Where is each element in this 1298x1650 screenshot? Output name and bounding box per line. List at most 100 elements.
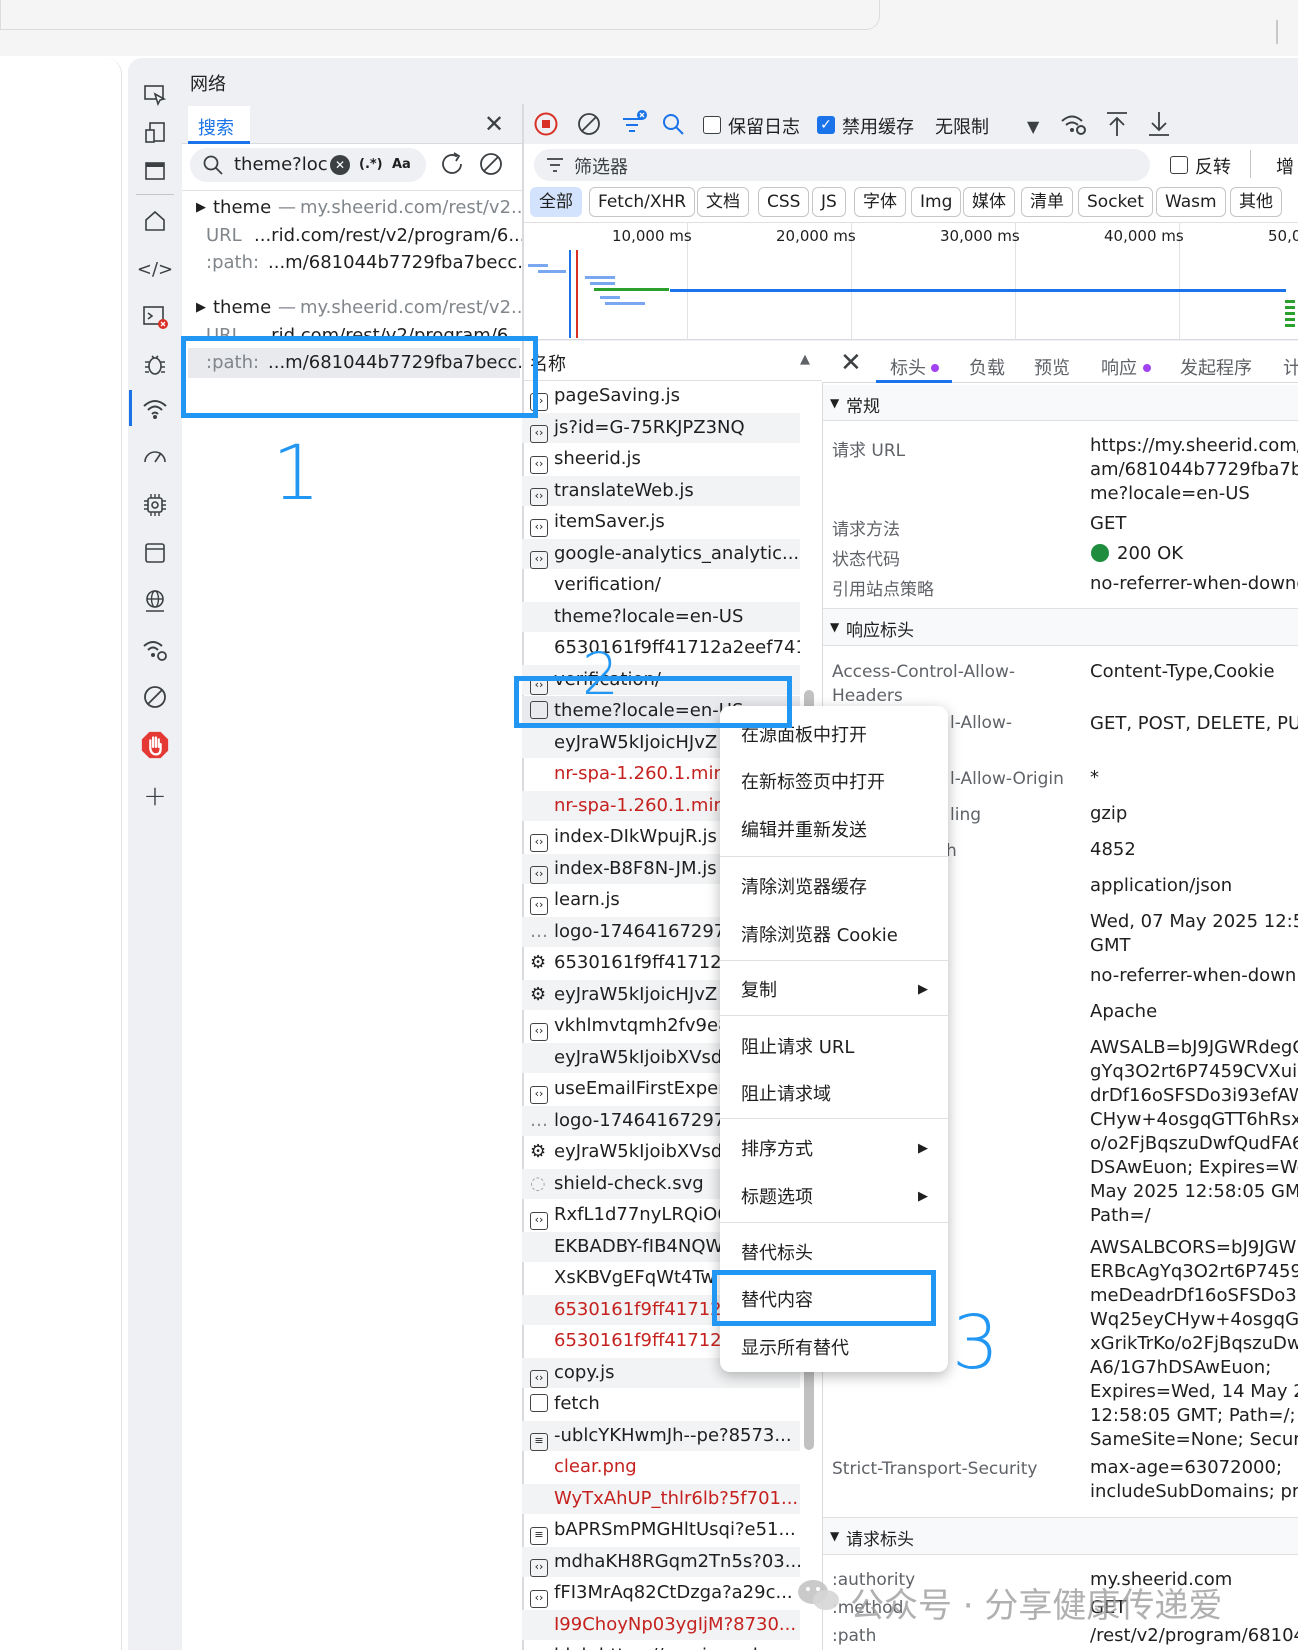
request-row[interactable]: WyTxAhUP_thlr6lb?5f701... <box>522 1483 800 1514</box>
filter-input[interactable]: 筛选器 <box>574 153 628 179</box>
menu-copy[interactable]: 复制 <box>741 976 777 1002</box>
request-row[interactable]: ‹› sheerid.js <box>522 444 800 474</box>
request-row[interactable]: ‹› fFI3MrAq82CtDzga?a29c... <box>522 1578 800 1608</box>
performance-gauge-icon[interactable] <box>140 442 170 472</box>
request-row[interactable]: ‹› translateWeb.js <box>522 475 800 506</box>
menu-open-in-new-tab[interactable]: 在新标签页中打开 <box>741 768 885 794</box>
preserve-log-checkbox[interactable] <box>703 116 721 134</box>
refresh-icon[interactable] <box>438 150 466 183</box>
dock-icon[interactable] <box>140 156 170 186</box>
menu-block-domain[interactable]: 阻止请求域 <box>741 1080 831 1106</box>
network-wifi-icon[interactable] <box>140 394 170 424</box>
home-icon[interactable] <box>140 206 170 236</box>
request-row[interactable]: ‹› mdhaKH8RGqm2Tn5s?03... <box>522 1546 800 1577</box>
network-conditions-icon[interactable] <box>140 634 170 664</box>
close-search-icon[interactable]: ✕ <box>484 110 504 138</box>
menu-sort-by[interactable]: 排序方式 <box>741 1135 813 1161</box>
tab-preview[interactable]: 预览 <box>1034 354 1070 380</box>
search-result-url[interactable]: ...rid.com/rest/v2/program/6... <box>254 225 526 246</box>
browser-tab-shape <box>0 0 880 30</box>
request-row[interactable]: fetch <box>522 1389 800 1419</box>
block-icon[interactable] <box>140 682 170 712</box>
search-result-name[interactable]: theme <box>213 297 271 318</box>
request-row[interactable]: I99ChoyNp03ygIjM?8730... <box>522 1609 800 1640</box>
invert-checkbox[interactable] <box>1170 156 1188 174</box>
menu-override-headers[interactable]: 替代标头 <box>741 1239 813 1265</box>
menu-clear-cookies[interactable]: 清除浏览器 Cookie <box>741 921 898 947</box>
device-toolbar-icon[interactable] <box>140 118 170 148</box>
active-indicator <box>129 390 132 426</box>
filter-chip-doc[interactable]: 文档 <box>697 187 749 217</box>
search-result-path[interactable]: ...m/681044b7729fba7becc... <box>268 252 534 273</box>
tab-initiator[interactable]: 发起程序 <box>1180 354 1252 380</box>
console-icon[interactable] <box>140 302 170 332</box>
search-result-url[interactable]: ...rid.com/rest/v2/program/6... <box>254 325 522 336</box>
menu-edit-and-resend[interactable]: 编辑并重新发送 <box>741 816 867 842</box>
request-row[interactable]: ‹› itemSaver.js <box>522 507 800 537</box>
section-general-bg[interactable] <box>823 385 1298 421</box>
network-settings-icon[interactable] <box>1060 110 1088 143</box>
search-toggle-icon[interactable] <box>661 112 685 141</box>
menu-block-url[interactable]: 阻止请求 URL <box>741 1033 854 1059</box>
tab-payload[interactable]: 负载 <box>969 354 1005 380</box>
filter-toggle-icon[interactable] <box>619 108 649 143</box>
filter-chip-socket[interactable]: Socket <box>1078 187 1153 217</box>
expand-triangle-icon[interactable]: ▶ <box>196 300 206 315</box>
memory-chip-icon[interactable] <box>140 490 170 520</box>
throttle-select[interactable]: 无限制 <box>935 113 989 139</box>
tab-timing[interactable]: 计 <box>1283 354 1298 380</box>
request-row[interactable]: ≡ -ublcYKHwmJh--pe?8573... <box>522 1420 800 1451</box>
search-result-name[interactable]: theme <box>213 197 271 218</box>
record-stop-icon[interactable] <box>533 111 559 142</box>
request-row[interactable]: clear.png <box>522 1452 800 1482</box>
add-panel-icon[interactable]: + <box>140 779 170 812</box>
more-filters-label[interactable]: 增 <box>1276 153 1294 179</box>
menu-clear-cache[interactable]: 清除浏览器缓存 <box>741 873 867 899</box>
regex-toggle[interactable]: (.*) <box>359 157 383 172</box>
filter-chip-font[interactable]: 字体 <box>854 187 906 217</box>
globe-icon[interactable] <box>140 586 170 616</box>
image-file-icon: … <box>530 920 548 942</box>
sort-triangle-icon[interactable]: ▲ <box>800 352 810 367</box>
tab-headers[interactable]: 标头 <box>890 354 926 380</box>
adblock-hand-icon[interactable] <box>140 730 170 760</box>
request-row[interactable]: ‹›blob:https://services.chee <box>522 1641 800 1650</box>
request-row[interactable]: verification/ <box>522 570 800 600</box>
upload-icon[interactable] <box>1104 110 1130 143</box>
inspect-element-icon[interactable] <box>140 80 170 110</box>
request-row[interactable]: 6530161f9ff41712a2eef741 <box>522 633 800 663</box>
request-row[interactable]: ‹› pageSaving.js <box>522 381 800 411</box>
disable-cache-checkbox[interactable]: ✓ <box>817 116 835 134</box>
match-case-toggle[interactable]: Aa <box>392 157 411 172</box>
filter-chip-media[interactable]: 媒体 <box>963 187 1015 217</box>
filter-chip-css[interactable]: CSS <box>758 187 810 217</box>
application-window-icon[interactable] <box>140 538 170 568</box>
filter-chip-all[interactable]: 全部 <box>530 187 582 217</box>
close-details-icon[interactable]: ✕ <box>840 348 862 378</box>
filter-chip-manifest[interactable]: 清单 <box>1021 187 1073 217</box>
request-name: EKBADBY-fIB4NQW <box>554 1235 724 1257</box>
clear-search-icon[interactable]: ✕ <box>330 155 350 175</box>
sources-bug-icon[interactable] <box>140 350 170 380</box>
request-row[interactable]: ≡ bAPRSmPMGHltUsqi?e51... <box>522 1515 800 1545</box>
request-row[interactable]: theme?locale=en-US <box>522 601 800 632</box>
expand-triangle-icon[interactable]: ▶ <box>196 200 206 215</box>
search-input[interactable]: theme?loc <box>234 154 328 175</box>
elements-icon[interactable]: </> <box>137 254 173 284</box>
filter-chip-img[interactable]: Img <box>911 187 962 217</box>
header-value-line: AWSALB=bJ9JGWRdegC <box>1090 1037 1298 1058</box>
download-icon[interactable] <box>1146 110 1172 143</box>
filter-chip-fetch-xhr[interactable]: Fetch/XHR <box>589 187 696 217</box>
menu-header-options[interactable]: 标题选项 <box>741 1183 813 1209</box>
request-row[interactable]: ‹› google-analytics_analytic... <box>522 538 800 569</box>
chevron-down-icon[interactable]: ▼ <box>1027 117 1039 136</box>
request-row[interactable]: ‹› js?id=G-75RKJPZ3NQ <box>522 412 800 443</box>
clear-log-icon[interactable] <box>576 111 602 142</box>
tab-response[interactable]: 响应 <box>1101 354 1137 380</box>
clear-results-icon[interactable] <box>478 151 504 182</box>
menu-show-all-overrides[interactable]: 显示所有替代 <box>741 1334 849 1360</box>
filter-chip-other[interactable]: 其他 <box>1230 187 1282 217</box>
filter-chip-js[interactable]: JS <box>812 187 846 217</box>
filter-chip-wasm[interactable]: Wasm <box>1156 187 1226 217</box>
timeline-tick: 30,000 ms <box>940 227 1020 245</box>
